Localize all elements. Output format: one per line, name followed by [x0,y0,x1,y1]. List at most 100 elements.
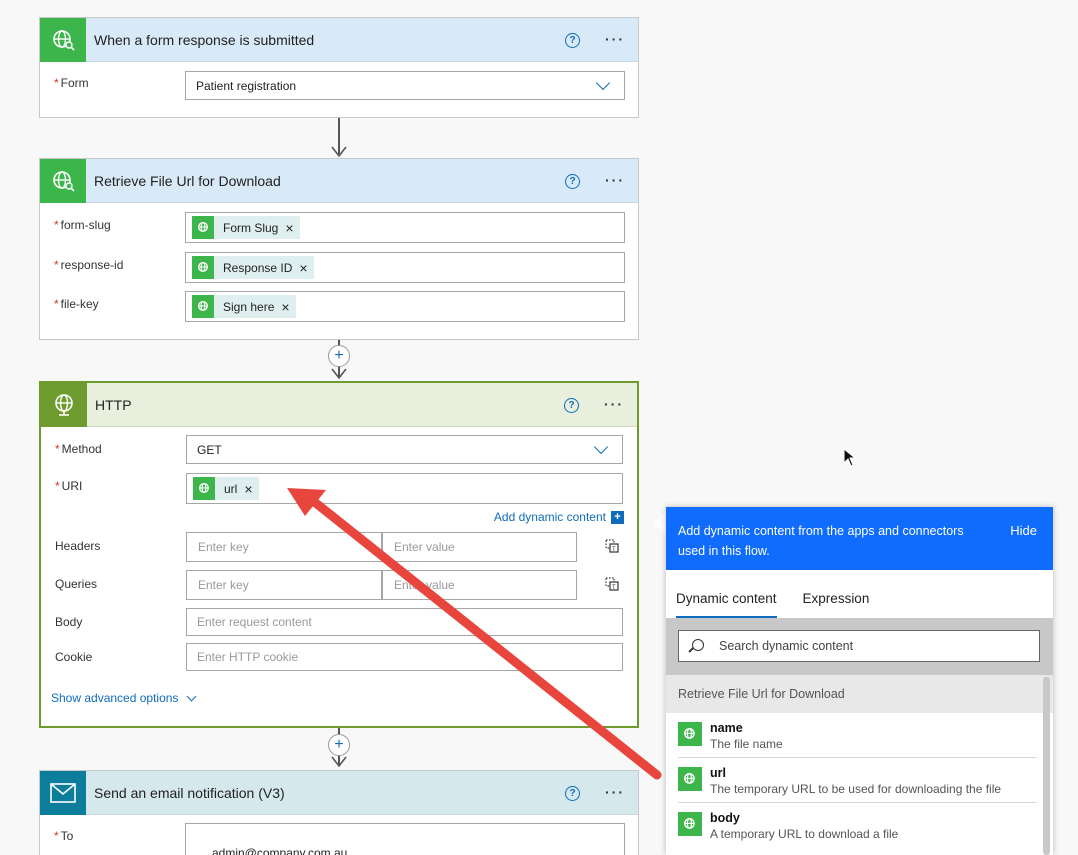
dynamic-token[interactable]: Response ID × [192,256,314,279]
http-card: HTTP ? ··· * Method GET * URI url × Add dy… [39,381,639,728]
help-icon[interactable]: ? [565,33,580,48]
item-name: name [710,721,743,735]
form-select[interactable]: Patient registration [185,71,625,100]
dynamic-token[interactable]: Form Slug × [192,216,300,239]
method-select-value: GET [197,442,222,457]
add-dynamic-content-label: Add dynamic content [493,510,606,524]
globe-person-icon [40,17,86,62]
queries-label: Queries [55,577,98,591]
queries-value-input[interactable]: Enter value [382,570,577,600]
list-item[interactable]: body A temporary URL to download a file [678,803,1037,848]
forms-token-icon [678,722,702,746]
method-select[interactable]: GET [186,435,623,464]
add-dynamic-content-link[interactable]: Add dynamic content + [494,510,624,524]
item-description: The file name [710,737,783,751]
queries-key-input[interactable]: Enter key [186,570,382,600]
list-item[interactable]: url The temporary URL to be used for dow… [678,758,1037,803]
connector-arrow-icon [331,368,347,380]
insert-step-button[interactable]: + [328,734,350,756]
body-label: Body [55,615,83,629]
mouse-cursor-icon [843,448,857,467]
switch-to-text-mode-icon[interactable]: T [604,576,620,592]
to-value: admin@company.com.au [212,846,348,855]
body-input[interactable]: Enter request content [186,608,623,636]
connector-arrow-icon [331,756,347,768]
svg-text:T: T [612,585,616,591]
retrieve-file-card-title: Retrieve File Url for Download [94,172,281,189]
form-slug-field[interactable]: Form Slug × [185,212,625,243]
remove-token-icon[interactable]: × [281,299,289,315]
search-icon [692,639,704,651]
search-band: Search dynamic content [666,618,1053,675]
uri-label: * URI [55,479,83,493]
token-label: url [224,481,238,496]
panel-tabs: Dynamic content Expression [666,570,1053,618]
response-id-field[interactable]: Response ID × [185,252,625,283]
section-header: Retrieve File Url for Download [666,675,1053,713]
remove-token-icon[interactable]: × [244,481,252,497]
item-name: body [710,811,740,825]
help-icon[interactable]: ? [565,174,580,189]
chevron-down-icon [595,75,611,91]
remove-token-icon[interactable]: × [285,220,293,236]
to-label: * To [54,829,74,843]
more-options-icon[interactable]: ··· [604,396,624,412]
file-key-field[interactable]: Sign here × [185,291,625,322]
retrieve-file-card: Retrieve File Url for Download ? ··· * fo… [39,158,639,340]
trigger-card-header[interactable]: When a form response is submitted ? ··· [40,17,638,62]
add-dynamic-plus-icon: + [611,510,624,524]
panel-scrollbar[interactable] [1043,677,1050,855]
forms-token-icon [193,477,215,500]
forms-token-icon [678,767,702,791]
show-advanced-options-link[interactable]: Show advanced options [51,691,197,705]
more-options-icon[interactable]: ··· [605,784,625,800]
http-card-header[interactable]: HTTP ? ··· [41,382,637,427]
cookie-label: Cookie [55,650,93,664]
response-id-label: * response-id [54,258,124,272]
trigger-card: When a form response is submitted ? ··· … [39,17,639,118]
token-label: Response ID [223,260,293,275]
token-label: Sign here [223,299,275,314]
dynamic-content-panel: Add dynamic content from the apps and co… [666,507,1053,855]
headers-key-input[interactable]: Enter key [186,532,382,562]
panel-pointer [654,511,666,535]
uri-field[interactable]: url × [186,473,623,504]
email-card: Send an email notification (V3) ? ··· * T… [39,770,639,855]
token-label: Form Slug [223,220,279,235]
more-options-icon[interactable]: ··· [605,172,625,188]
more-options-icon[interactable]: ··· [605,31,625,47]
remove-token-icon[interactable]: × [299,260,307,276]
email-card-header[interactable]: Send an email notification (V3) ? ··· [40,770,638,815]
to-input[interactable]: admin@company.com.au [185,823,625,855]
file-key-label: * file-key [54,297,99,311]
dynamic-token[interactable]: Sign here × [192,295,296,318]
form-slug-label: * form-slug [54,218,111,232]
insert-step-button[interactable]: + [328,345,350,367]
show-advanced-options-label: Show advanced options [51,691,179,705]
chevron-down-icon [593,439,609,455]
form-label: * Form [54,76,89,90]
search-dynamic-content-input[interactable]: Search dynamic content [678,630,1040,662]
hide-button[interactable]: Hide [1010,521,1037,541]
trigger-card-title: When a form response is submitted [94,31,315,48]
dynamic-token[interactable]: url × [193,477,259,500]
forms-token-icon [192,295,214,318]
retrieve-file-card-header[interactable]: Retrieve File Url for Download ? ··· [40,158,638,203]
item-description: A temporary URL to download a file [710,827,899,841]
email-card-title: Send an email notification (V3) [94,784,285,801]
help-icon[interactable]: ? [565,786,580,801]
http-card-title: HTTP [95,396,132,413]
envelope-icon [40,770,86,815]
svg-text:T: T [612,547,616,553]
http-globe-icon [41,382,87,427]
cookie-input[interactable]: Enter HTTP cookie [186,643,623,671]
switch-to-text-mode-icon[interactable]: T [604,538,620,554]
tab-dynamic-content[interactable]: Dynamic content [676,591,777,618]
item-name: url [710,766,726,780]
help-icon[interactable]: ? [564,398,579,413]
headers-value-input[interactable]: Enter value [382,532,577,562]
tab-expression[interactable]: Expression [803,591,870,618]
chevron-down-icon [186,691,197,701]
list-item[interactable]: name The file name [678,713,1037,758]
form-select-value: Patient registration [196,78,297,93]
